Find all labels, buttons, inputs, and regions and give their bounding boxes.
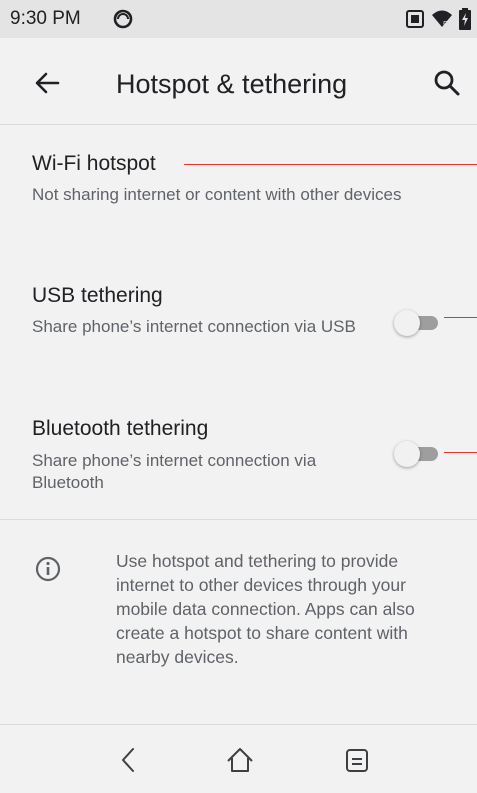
usb-tethering-title: USB tethering xyxy=(32,284,163,307)
wifi-icon: 5 xyxy=(431,9,453,34)
toggle-thumb xyxy=(394,441,420,467)
status-bar: 9:30 PM 5 xyxy=(0,0,477,38)
nav-recents-icon[interactable] xyxy=(340,743,374,777)
usb-tethering-toggle[interactable] xyxy=(394,308,444,338)
bluetooth-tethering-setting[interactable]: Bluetooth tethering Share phone’s intern… xyxy=(0,384,477,519)
toggle-thumb xyxy=(394,310,420,336)
wifi-hotspot-setting[interactable]: Wi-Fi hotspot Not sharing internet or co… xyxy=(0,124,477,254)
usb-tethering-subtitle: Share phone’s internet connection via US… xyxy=(32,317,356,336)
app-bar: Hotspot & tethering xyxy=(0,38,477,125)
data-saver-icon xyxy=(112,8,134,35)
page-title: Hotspot & tethering xyxy=(116,69,348,99)
bluetooth-tethering-title: Bluetooth tethering xyxy=(32,417,209,440)
usb-tethering-setting[interactable]: USB tethering Share phone’s internet con… xyxy=(0,254,477,384)
status-icons: 5 xyxy=(405,8,471,35)
status-time: 9:30 PM xyxy=(10,8,81,29)
wifi-hotspot-subtitle: Not sharing internet or content with oth… xyxy=(32,185,402,204)
annotation-line xyxy=(444,317,477,318)
annotation-line xyxy=(444,452,477,453)
bluetooth-tethering-toggle[interactable] xyxy=(394,439,444,469)
search-icon[interactable] xyxy=(430,66,464,100)
wifi-hotspot-title: Wi-Fi hotspot xyxy=(32,152,156,175)
navigation-bar xyxy=(0,724,477,793)
screenshot-icon xyxy=(405,9,425,34)
annotation-line xyxy=(184,164,477,165)
battery-icon xyxy=(459,8,471,35)
divider xyxy=(0,519,477,520)
info-text: Use hotspot and tethering to provide int… xyxy=(116,551,415,667)
nav-home-icon[interactable] xyxy=(223,743,257,777)
svg-text:5: 5 xyxy=(443,20,448,29)
bluetooth-tethering-subtitle: Share phone’s internet connection via Bl… xyxy=(32,451,317,492)
info-icon xyxy=(34,555,62,583)
nav-back-icon[interactable] xyxy=(112,743,146,777)
arrow-back-icon[interactable] xyxy=(30,66,64,100)
